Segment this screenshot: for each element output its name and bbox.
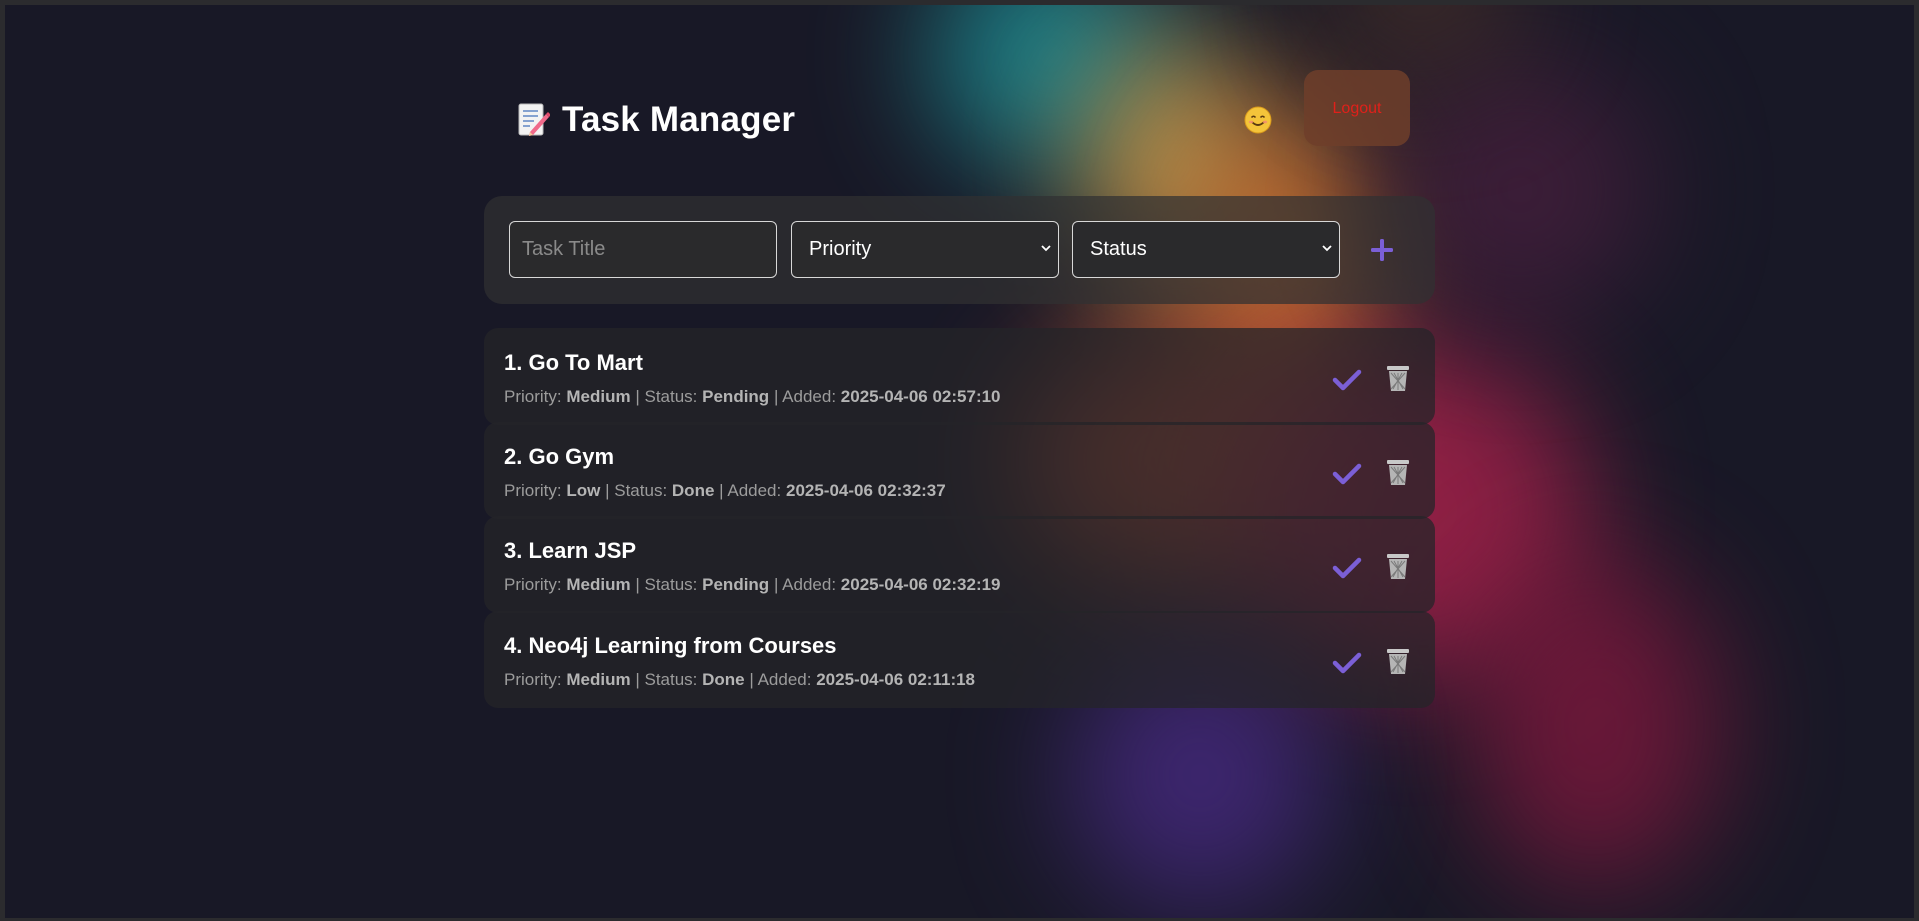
checkmark-icon[interactable] [1332,556,1362,580]
chevron-down-icon [1041,245,1051,252]
status-select[interactable]: Status [1072,221,1340,278]
task-priority: Medium [566,387,631,406]
task-item: 2. Go Gym Priority: Low | Status: Done |… [484,422,1435,519]
task-title: 3. Learn JSP [504,538,637,563]
task-item: 3. Learn JSP Priority: Medium | Status: … [484,516,1435,613]
chevron-down-icon [1322,245,1332,252]
plus-icon [1371,239,1393,261]
task-added: 2025-04-06 02:11:18 [816,670,976,689]
task-status: Done [671,481,715,500]
wastebasket-icon[interactable] [1385,551,1411,581]
task-meta: Priority: Low | Status: Done | Added: 20… [504,481,946,500]
task-manager-app: Task Manager Logout Task Title Priority … [484,60,1435,708]
task-title: 4. Neo4j Learning from Courses [504,633,837,658]
status-select-value: Status [1090,238,1147,260]
priority-select[interactable]: Priority [791,221,1059,278]
task-priority: Medium [566,575,631,594]
add-task-button[interactable] [1364,232,1400,268]
checkmark-icon[interactable] [1332,368,1362,392]
task-status: Pending [702,575,770,594]
task-added: 2025-04-06 02:57:10 [840,387,1001,406]
priority-select-value: Priority [809,238,872,260]
wastebasket-icon[interactable] [1385,363,1411,393]
task-item: 4. Neo4j Learning from Courses Priority:… [484,611,1435,708]
task-title: 2. Go Gym [504,444,615,469]
task-priority: Low [566,481,601,500]
task-meta: Priority: Medium | Status: Pending | Add… [504,575,1001,594]
checkmark-icon[interactable] [1332,651,1362,675]
smiling-face-icon [1244,106,1272,134]
task-status: Pending [702,387,770,406]
task-priority: Medium [566,670,631,689]
wastebasket-icon[interactable] [1385,646,1411,676]
task-added: 2025-04-06 02:32:19 [840,575,1001,594]
page-title: Task Manager [562,100,796,139]
task-title: 1. Go To Mart [504,350,643,375]
wastebasket-icon[interactable] [1385,457,1411,487]
task-title-input[interactable]: Task Title [509,221,777,278]
checkmark-icon[interactable] [1332,462,1362,486]
task-item: 1. Go To Mart Priority: Medium | Status:… [484,328,1435,425]
logout-button[interactable]: Logout [1304,70,1410,146]
title-wrap: Task Manager [516,100,795,140]
memo-icon [518,103,550,136]
task-status: Done [702,670,745,689]
header: Task Manager Logout [484,60,1435,190]
add-task-form: Task Title Priority Status [484,196,1435,304]
task-meta: Priority: Medium | Status: Pending | Add… [504,387,1001,406]
task-meta: Priority: Medium | Status: Done | Added:… [504,670,976,689]
task-added: 2025-04-06 02:32:37 [785,481,946,500]
